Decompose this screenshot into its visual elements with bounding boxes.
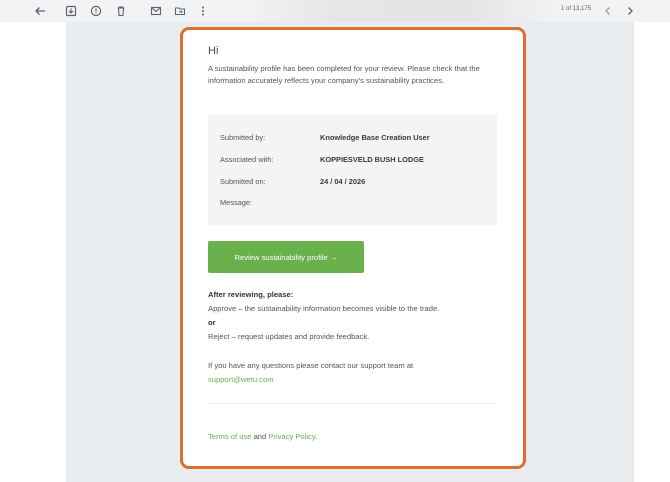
email-toolbar: 1 of 13,175 [0,0,670,22]
submitted-by-label: Submitted by: [220,133,266,142]
move-to-folder-icon[interactable] [173,4,187,18]
delete-icon[interactable] [114,4,128,18]
support-email-link[interactable]: support@wetu.com [208,375,274,384]
more-options-icon[interactable] [196,4,210,18]
mark-unread-icon[interactable] [149,4,163,18]
footer-period: . [315,432,318,441]
chevron-right-icon[interactable] [623,4,637,18]
intro-text: A sustainability profile has been comple… [208,64,480,85]
or-label: or [208,318,216,327]
greeting: Hi [208,45,219,57]
terms-of-use-link[interactable]: Terms of use [208,432,251,441]
archive-icon[interactable] [64,4,78,18]
message-count: 1 of 13,175 [561,6,592,12]
report-spam-icon[interactable] [89,4,103,18]
reject-line: Reject – request updates and provide fee… [208,332,370,341]
back-arrow-icon[interactable] [33,4,47,18]
toolbar-blurred-area [240,0,560,22]
chevron-left-icon[interactable] [601,4,615,18]
message-label: Message: [220,198,253,207]
contact-text: If you have any questions please contact… [208,361,414,370]
footer-and-text: and [251,432,269,441]
footer-links: Terms of use and Privacy Policy. [208,432,317,441]
submitted-on-value: 24 / 04 / 2026 [320,177,366,186]
divider [208,403,495,404]
submitted-on-label: Submitted on: [220,177,266,186]
submission-details: Submitted by: Knowledge Base Creation Us… [208,115,497,225]
associated-with-value: KOPPIESVELD BUSH LODGE [320,155,424,164]
review-profile-button[interactable]: Review sustainability profile → [208,241,364,273]
privacy-policy-link[interactable]: Privacy Policy [268,432,315,441]
associated-with-label: Associated with: [220,155,274,164]
approve-line: Approve – the sustainability information… [208,304,440,313]
after-reviewing-heading: After reviewing, please: [208,290,294,299]
submitted-by-value: Knowledge Base Creation User [320,133,430,142]
email-card: Hi A sustainability profile has been com… [180,27,526,469]
